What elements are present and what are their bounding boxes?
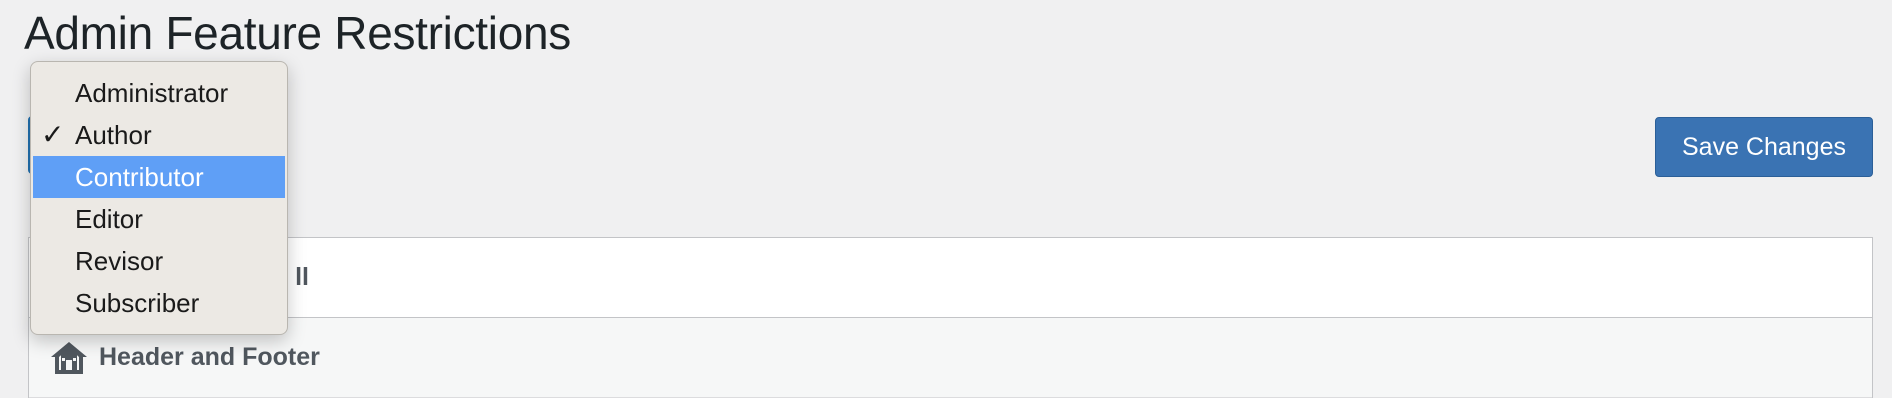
house-icon (49, 340, 89, 376)
feature-panel: ll Header and Footer (28, 237, 1873, 398)
page-title: Admin Feature Restrictions (24, 7, 571, 59)
feature-row[interactable]: ll (29, 238, 1872, 318)
option-label: Administrator (75, 77, 229, 108)
dropdown-option-editor[interactable]: Editor (33, 198, 285, 240)
dropdown-option-contributor[interactable]: Contributor (33, 156, 285, 198)
admin-page: Admin Feature Restrictions Save Changes … (0, 0, 1892, 398)
dropdown-option-subscriber[interactable]: Subscriber (33, 282, 285, 324)
option-label: Contributor (75, 161, 204, 192)
option-label: Editor (75, 203, 143, 234)
role-dropdown-menu: Administrator ✓ Author Contributor Edito… (30, 61, 288, 335)
dropdown-option-author[interactable]: ✓ Author (33, 114, 285, 156)
option-label: Revisor (75, 245, 164, 276)
feature-row-label: Header and Footer (99, 343, 320, 371)
dropdown-option-administrator[interactable]: Administrator (33, 72, 285, 114)
feature-row-header-footer[interactable]: Header and Footer (29, 318, 1872, 398)
dropdown-option-revisor[interactable]: Revisor (33, 240, 285, 282)
option-label: Author (75, 119, 152, 150)
option-label: Subscriber (75, 287, 200, 318)
save-changes-button[interactable]: Save Changes (1655, 117, 1873, 177)
checkmark-icon: ✓ (41, 119, 65, 150)
